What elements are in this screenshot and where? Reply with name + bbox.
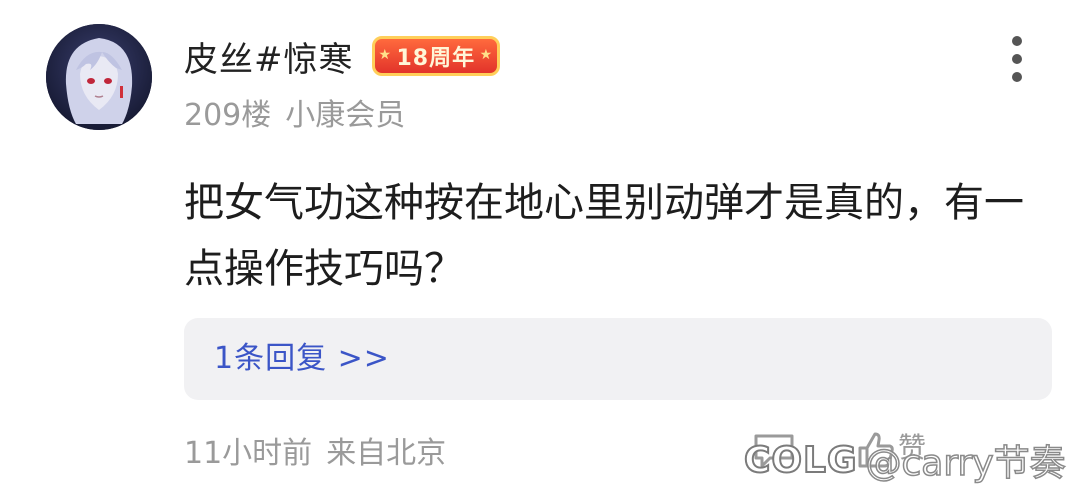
star-icon: ★: [378, 47, 393, 63]
comment-icon[interactable]: [752, 430, 796, 470]
more-vertical-icon-dot: [1012, 36, 1022, 46]
avatar[interactable]: [46, 24, 152, 130]
more-vertical-icon-dot: [1012, 72, 1022, 82]
post-time: 11小时前: [184, 436, 313, 471]
floor-number: 209楼: [184, 98, 272, 133]
post-footer: 11小时前 来自北京: [184, 428, 446, 472]
post-content: 把女气功这种按在地心里别动弹才是真的，有一点操作技巧吗？: [184, 180, 1024, 292]
star-icon: ★: [479, 47, 494, 63]
more-options-button[interactable]: [1000, 36, 1034, 82]
post-meta: 209楼 小康会员: [184, 92, 406, 133]
more-vertical-icon-dot: [1012, 54, 1022, 64]
username-row: 皮丝#惊寒 ★ 18周年 ★: [184, 28, 501, 84]
view-replies-link[interactable]: 1条回复 >>: [214, 318, 390, 400]
username[interactable]: 皮丝#惊寒: [184, 32, 354, 81]
thumbs-up-icon[interactable]: [856, 430, 896, 470]
anniversary-badge: ★ 18周年 ★: [371, 36, 501, 76]
like-label[interactable]: 赞: [898, 426, 926, 466]
post-location: 来自北京: [326, 436, 447, 471]
anniversary-badge-label: 18周年: [396, 46, 476, 71]
post-card: 皮丝#惊寒 ★ 18周年 ★ 209楼 小康会员 把女气功这种按在地心里别动弹才…: [0, 0, 1080, 500]
replies-panel[interactable]: 1条回复 >>: [184, 318, 1052, 400]
avatar-image: [46, 24, 152, 130]
member-level: 小康会员: [285, 98, 406, 133]
